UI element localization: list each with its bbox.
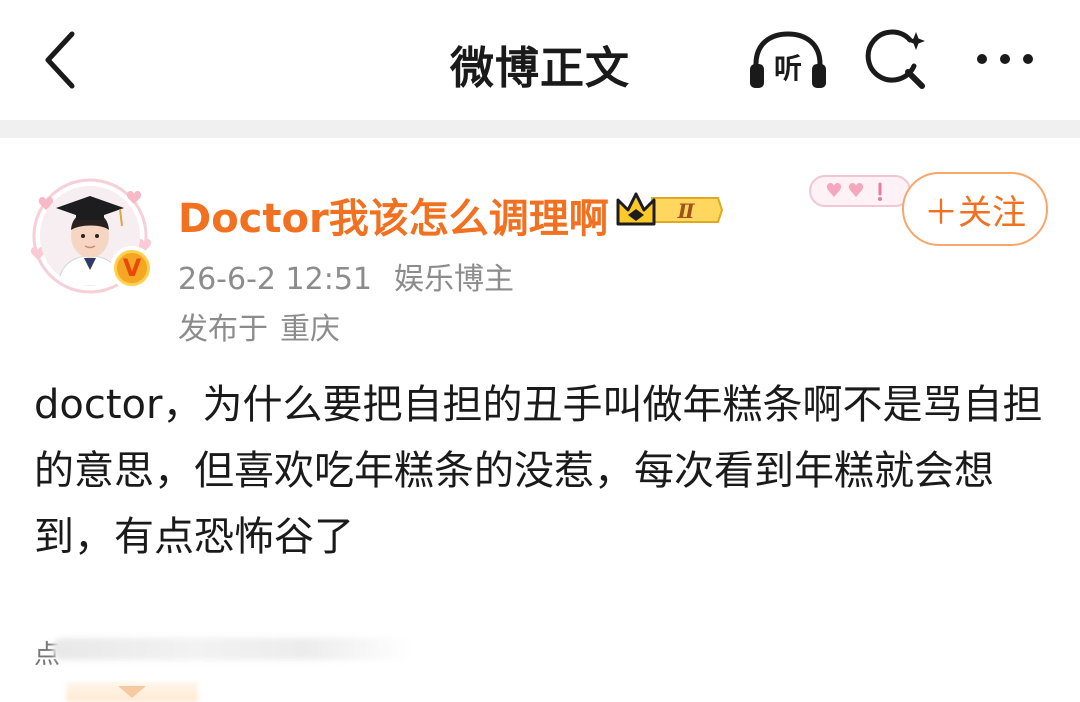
hearts-icon [809, 175, 911, 207]
section-divider [0, 120, 1080, 138]
vip-level-badge[interactable]: Ⅱ [614, 188, 724, 232]
listen-button[interactable]: 听 [746, 30, 830, 92]
top-nav-bar: 微博正文 听 [0, 0, 1080, 120]
author-avatar[interactable]: V [26, 176, 154, 298]
follow-button[interactable]: ＋关注 [902, 172, 1048, 246]
crown-icon [616, 192, 656, 226]
blurred-content-row: 点 [34, 628, 414, 670]
post-timestamp: 26-6-2 12:51 [178, 262, 372, 297]
author-tag: 娱乐博主 [394, 262, 514, 297]
tooltip-caret [118, 686, 146, 698]
post-location: 发布于 重庆 [178, 304, 340, 348]
verified-badge: V [110, 246, 154, 290]
listen-label: 听 [774, 52, 802, 85]
author-name[interactable]: Doctor我该怎么调理啊 [178, 186, 609, 244]
search-button[interactable] [862, 26, 930, 94]
post-text: doctor，为什么要把自担的丑手叫做年糕条啊不是骂自担的意思，但喜欢吃年糕条的… [34, 382, 1043, 560]
post-meta: 26-6-2 12:51 娱乐博主 [178, 254, 514, 298]
more-button[interactable] [970, 36, 1040, 82]
location-value: 重庆 [280, 312, 340, 347]
blurred-text-bar [52, 638, 412, 660]
search-sparkle-icon [865, 29, 925, 89]
verified-v-icon: V [114, 250, 150, 286]
location-prefix: 发布于 [178, 312, 268, 347]
headphones-listen-icon: 听 [750, 31, 826, 88]
more-dots-icon [977, 54, 1033, 64]
vip-level-text: Ⅱ [677, 199, 696, 223]
